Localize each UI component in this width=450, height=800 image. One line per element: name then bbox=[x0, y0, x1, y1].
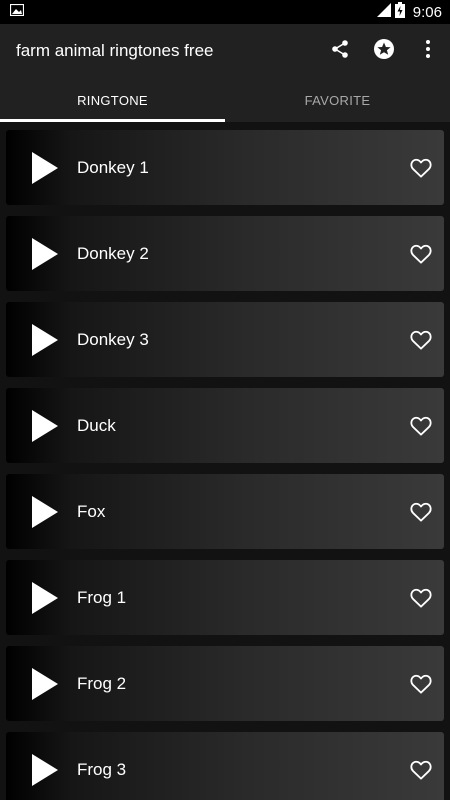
play-icon[interactable] bbox=[32, 753, 58, 786]
play-icon[interactable] bbox=[32, 581, 58, 614]
tab-favorite[interactable]: FAVORITE bbox=[225, 78, 450, 122]
image-notification-icon bbox=[9, 3, 25, 21]
heart-icon[interactable] bbox=[410, 674, 432, 694]
heart-icon[interactable] bbox=[410, 416, 432, 436]
list-item[interactable]: Donkey 3 bbox=[6, 302, 444, 377]
signal-icon bbox=[376, 2, 391, 22]
list-item[interactable]: Donkey 2 bbox=[6, 216, 444, 291]
heart-icon[interactable] bbox=[410, 588, 432, 608]
play-icon[interactable] bbox=[32, 495, 58, 528]
ringtone-list[interactable]: Donkey 1 Donkey 2 Donkey 3 Duck Fox Frog… bbox=[0, 122, 450, 800]
play-icon[interactable] bbox=[32, 667, 58, 700]
share-icon bbox=[330, 39, 350, 64]
heart-icon[interactable] bbox=[410, 244, 432, 264]
list-item[interactable]: Frog 2 bbox=[6, 646, 444, 721]
ringtone-label: Duck bbox=[77, 415, 116, 435]
ringtone-label: Donkey 2 bbox=[77, 243, 149, 263]
play-icon[interactable] bbox=[32, 237, 58, 270]
tab-favorite-label: FAVORITE bbox=[304, 92, 371, 108]
play-icon[interactable] bbox=[32, 151, 58, 184]
ringtone-label: Donkey 1 bbox=[77, 157, 149, 177]
heart-icon[interactable] bbox=[410, 158, 432, 178]
star-icon bbox=[373, 38, 395, 65]
ringtone-label: Frog 2 bbox=[77, 673, 127, 693]
tab-ringtone[interactable]: RINGTONE bbox=[0, 78, 225, 122]
play-icon[interactable] bbox=[32, 323, 58, 356]
tab-ringtone-label: RINGTONE bbox=[77, 92, 148, 108]
list-item[interactable]: Frog 1 bbox=[6, 560, 444, 635]
list-item[interactable]: Donkey 1 bbox=[6, 130, 444, 205]
list-item[interactable]: Duck bbox=[6, 388, 444, 463]
status-bar: 9:06 bbox=[0, 0, 450, 24]
share-button[interactable] bbox=[318, 29, 362, 73]
more-options-button[interactable] bbox=[406, 29, 450, 73]
ringtone-label: Donkey 3 bbox=[77, 329, 149, 349]
clock: 9:06 bbox=[412, 3, 442, 21]
list-item[interactable]: Frog 3 bbox=[6, 732, 444, 800]
ringtone-label: Fox bbox=[77, 501, 106, 521]
more-vert-icon bbox=[425, 39, 431, 64]
play-icon[interactable] bbox=[32, 409, 58, 442]
heart-icon[interactable] bbox=[410, 502, 432, 522]
ringtone-label: Frog 1 bbox=[77, 587, 127, 607]
list-item[interactable]: Fox bbox=[6, 474, 444, 549]
app-title: farm animal ringtones free bbox=[16, 41, 214, 60]
heart-icon[interactable] bbox=[410, 330, 432, 350]
heart-icon[interactable] bbox=[410, 760, 432, 780]
rate-button[interactable] bbox=[362, 29, 406, 73]
tab-bar: RINGTONE FAVORITE bbox=[0, 78, 450, 122]
ringtone-label: Frog 3 bbox=[77, 759, 127, 779]
battery-icon bbox=[394, 1, 405, 23]
app-bar: farm animal ringtones free bbox=[0, 24, 450, 78]
